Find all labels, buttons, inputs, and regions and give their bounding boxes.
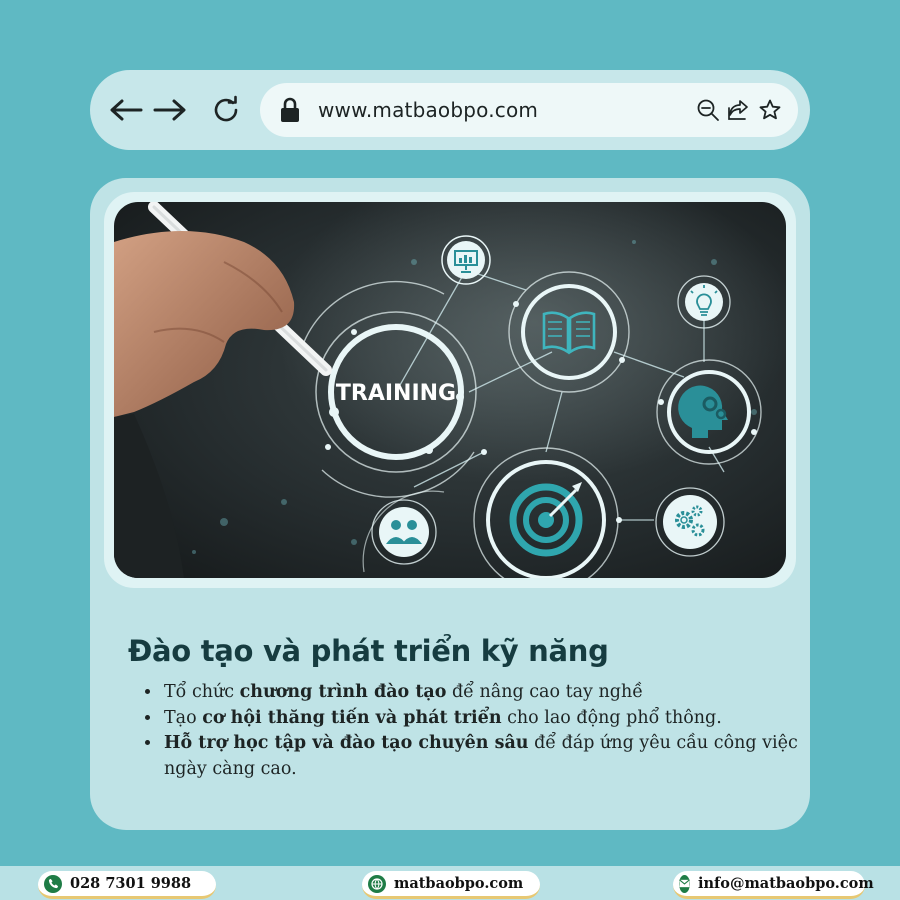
list-item: Tổ chức chương trình đào tạo để nâng cao… [162,680,802,706]
globe-icon [368,874,386,893]
email-link[interactable]: info@matbaobpo.com [673,871,874,899]
list-item: Hỗ trợ học tập và đào tạo chuyên sâu để … [162,731,802,782]
mail-icon [679,874,690,893]
forward-arrow-icon[interactable] [152,92,188,128]
training-photo: TRAINING [114,202,786,578]
training-label: TRAINING [336,381,456,406]
phone-link[interactable]: 028 7301 9988 [38,871,216,899]
star-icon[interactable] [758,98,782,122]
zoom-out-icon[interactable] [696,98,720,122]
browser-bar: www.matbaobpo.com [90,70,810,150]
section-heading: Đào tạo và phát triển kỹ năng [128,634,609,668]
email-text: info@matbaobpo.com [698,875,874,892]
photo-frame: TRAINING [104,192,796,588]
footer: 028 7301 9988 matbaobpo.com info@matbaob… [0,866,900,900]
lock-icon [280,97,300,128]
content-card: TRAINING Đào tạo và phát triển kỹ năng •… [90,178,810,830]
phone-icon [44,874,62,893]
url-text: www.matbaobpo.com [318,98,539,122]
website-link[interactable]: matbaobpo.com [362,871,540,899]
back-arrow-icon[interactable] [108,92,144,128]
phone-number: 028 7301 9988 [70,875,192,892]
bullet-list: Tổ chức chương trình đào tạo để nâng cao… [140,680,802,782]
list-item: Tạo cơ hội thăng tiến và phát triển cho … [162,706,802,732]
website-text: matbaobpo.com [394,875,524,892]
share-icon[interactable] [726,98,750,122]
address-bar[interactable]: www.matbaobpo.com [260,83,798,137]
reload-icon[interactable] [208,92,244,128]
